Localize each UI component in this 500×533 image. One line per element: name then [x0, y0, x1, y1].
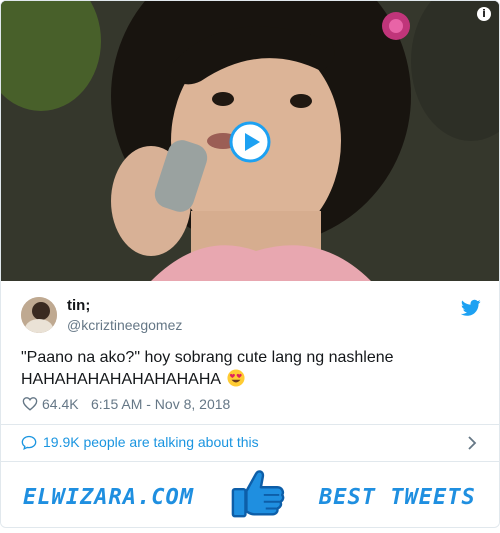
reply-bubble-icon — [21, 435, 37, 450]
twitter-bird-icon[interactable] — [461, 299, 481, 317]
video-thumbnail[interactable]: i — [1, 1, 499, 281]
play-icon[interactable] — [229, 121, 271, 163]
like-count[interactable]: 64.4K — [42, 396, 79, 412]
conversation-label: 19.9K people are talking about this — [43, 434, 259, 450]
brand-left-text: ELWIZARA.COM — [23, 485, 194, 510]
conversation-link[interactable]: 19.9K people are talking about this — [21, 433, 481, 453]
heart-eyes-emoji-icon — [227, 369, 245, 387]
tweet-text-content: "Paano na ako?" hoy sobrang cute lang ng… — [21, 349, 394, 388]
avatar-image — [21, 297, 57, 333]
author-name[interactable]: tin; — [67, 297, 90, 314]
divider — [1, 424, 499, 425]
brand-right-text: BEST TWEETS — [319, 485, 476, 510]
avatar[interactable] — [21, 297, 57, 333]
tweet-text: "Paano na ako?" hoy sobrang cute lang ng… — [21, 347, 441, 391]
tweet-card: i tin; @kcriztineegomez "Paano na ako?" … — [0, 0, 500, 528]
heart-icon[interactable] — [22, 396, 38, 411]
watermark-banner: ELWIZARA.COM BEST TWEETS — [1, 462, 499, 527]
chevron-right-icon — [468, 436, 477, 450]
tweet-header: tin; @kcriztineegomez — [21, 295, 481, 335]
author-handle[interactable]: @kcriztineegomez — [67, 317, 182, 333]
thumbs-up-icon — [231, 470, 285, 518]
info-icon[interactable]: i — [477, 7, 491, 21]
tweet-timestamp[interactable]: 6:15 AM - Nov 8, 2018 — [91, 396, 230, 412]
